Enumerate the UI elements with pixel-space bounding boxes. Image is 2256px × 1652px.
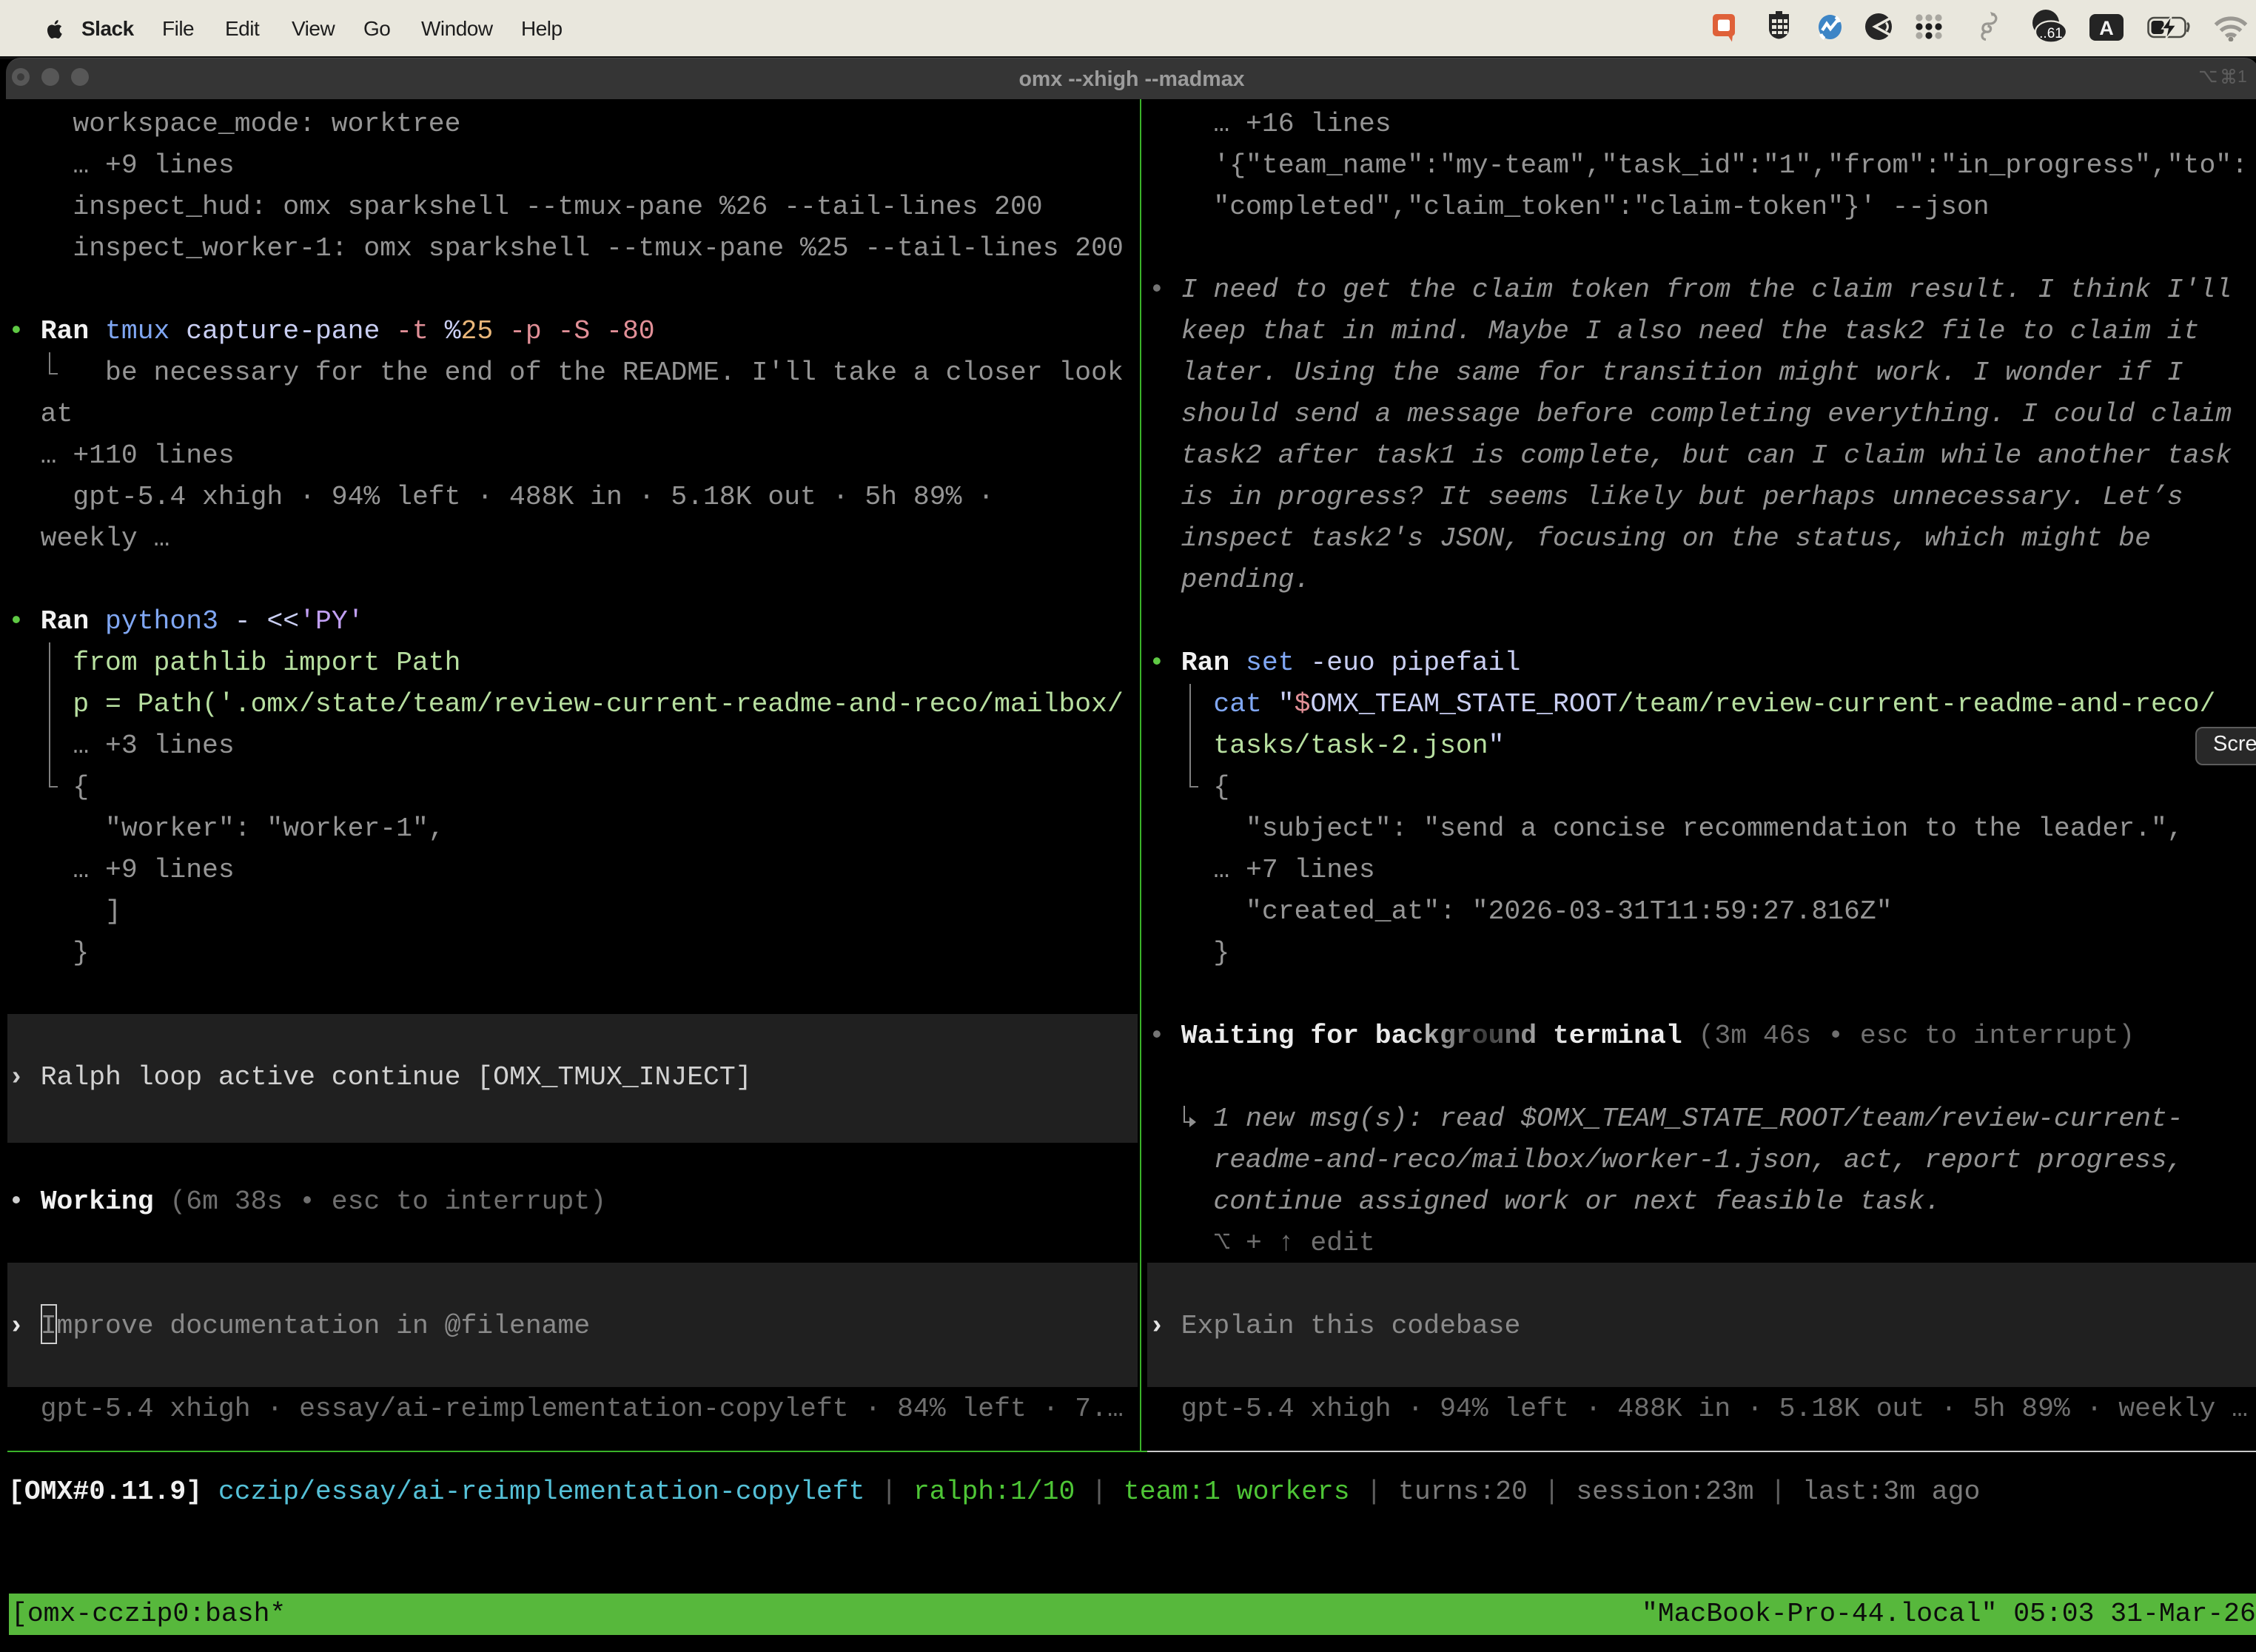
svg-text:..61: ..61 xyxy=(2039,26,2063,41)
svg-text:A: A xyxy=(2099,17,2114,39)
svg-text:1: 1 xyxy=(2237,67,2247,86)
